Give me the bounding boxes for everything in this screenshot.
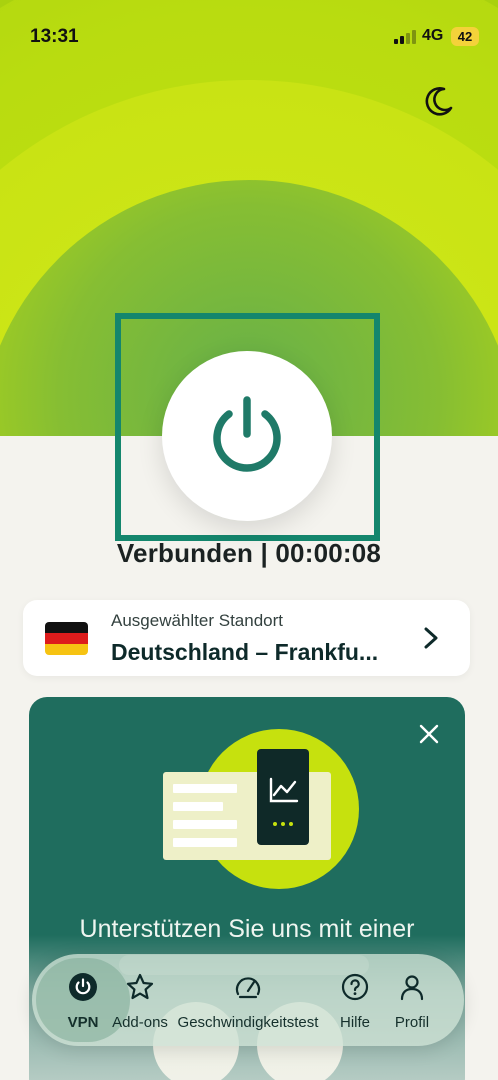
tab-profile[interactable]: Profil: [384, 954, 440, 1046]
connection-status: Verbunden | 00:00:08: [116, 538, 382, 568]
bottom-tab-bar: VPN Add-ons Geschwindigkeitstest Hilfe P…: [32, 954, 464, 1046]
cellular-signal-icon: [394, 30, 416, 44]
germany-flag-icon: [45, 622, 88, 655]
location-value: Deutschland – Frankfu...: [111, 639, 379, 665]
speedometer-icon: [235, 977, 261, 999]
tab-label: Geschwindigkeitstest: [177, 1014, 319, 1031]
help-circle-icon: [341, 973, 369, 1001]
network-type: 4G: [422, 27, 444, 44]
location-selector[interactable]: Ausgewählter Standort Deutschland – Fran…: [23, 600, 470, 676]
tab-label: Profil: [394, 1014, 430, 1031]
chevron-right-icon: [424, 627, 438, 649]
promo-illustration-phone: [257, 749, 309, 845]
power-button[interactable]: [162, 351, 332, 521]
power-icon: [213, 396, 281, 472]
chart-icon: [269, 777, 299, 826]
battery-indicator: 42: [451, 27, 479, 46]
person-icon: [400, 975, 424, 1001]
tab-add-ons[interactable]: Add-ons: [110, 954, 170, 1046]
tab-speed-test[interactable]: Geschwindigkeitstest: [168, 954, 328, 1046]
status-bar: 13:31 4G 42: [0, 0, 498, 72]
star-icon: [126, 973, 154, 1000]
dark-mode-moon-icon[interactable]: [422, 84, 456, 118]
power-icon: [69, 973, 97, 1001]
location-label: Ausgewählter Standort: [111, 611, 283, 630]
tab-label: Add-ons: [112, 1014, 168, 1031]
tab-help[interactable]: Hilfe: [328, 954, 382, 1046]
status-time: 13:31: [30, 26, 79, 47]
tab-label: Hilfe: [339, 1014, 370, 1031]
close-icon[interactable]: [417, 722, 441, 746]
